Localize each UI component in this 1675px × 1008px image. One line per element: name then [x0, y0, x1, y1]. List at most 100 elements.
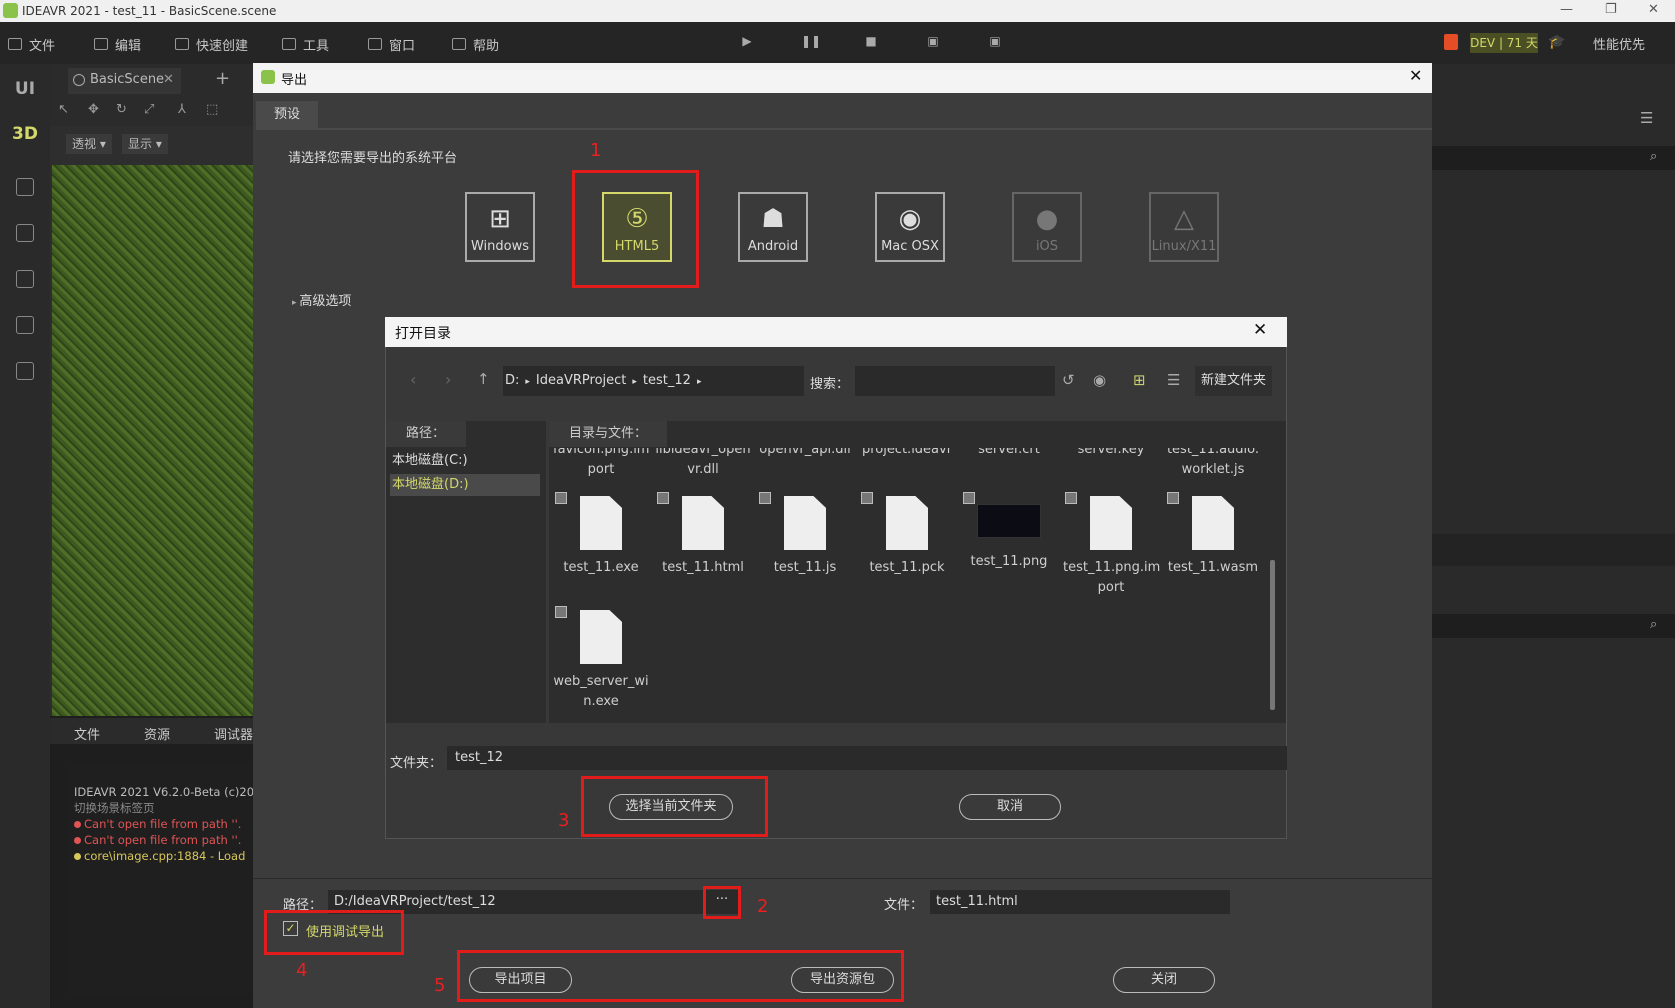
perf-mode[interactable]: 性能优先 [1593, 34, 1645, 53]
search-icon: ⌕ [1650, 149, 1658, 164]
menu-lines-icon[interactable]: ☰ [1640, 109, 1653, 127]
pivot-tool-icon[interactable]: ⅄ [178, 102, 186, 117]
advanced-options[interactable]: ▸ 高级选项 [292, 290, 351, 309]
file-item[interactable]: server.crt [961, 448, 1057, 460]
platform-ios[interactable]: ● iOS [1012, 192, 1082, 262]
file-name: vr.dll [687, 462, 719, 477]
file-item[interactable]: server.key [1063, 448, 1159, 460]
perspective-dropdown[interactable]: 透视 ▾ [66, 134, 112, 154]
select-tool-icon[interactable]: ↖ [58, 102, 69, 117]
eye-icon[interactable]: ◉ [1093, 371, 1106, 389]
file-item[interactable]: openvr_api.dll [757, 448, 853, 460]
import-icon[interactable] [16, 362, 34, 380]
file-item[interactable]: favicon.png.im port [553, 448, 649, 480]
file-item[interactable]: test_11.wasm [1165, 490, 1261, 578]
file-item[interactable]: test_11.html [655, 490, 751, 578]
move-tool-icon[interactable]: ✥ [88, 102, 99, 117]
menu-edit[interactable]: 编辑 [94, 34, 141, 54]
tab-preset[interactable]: 预设 [256, 101, 318, 129]
file-icon [784, 496, 826, 550]
platform-android[interactable]: ☗ Android [738, 192, 808, 262]
drive-c[interactable]: 本地磁盘(C:) [390, 450, 540, 472]
help-icon [452, 38, 466, 50]
platform-linux[interactable]: △ Linux/X11 [1149, 192, 1219, 262]
breadcrumb-folder[interactable]: IdeaVRProject [536, 373, 626, 388]
right-search-field[interactable] [1430, 146, 1675, 170]
menu-file[interactable]: 文件 [8, 34, 55, 54]
close-open-dialog-icon[interactable]: ✕ [1253, 320, 1267, 340]
breadcrumb-sep-icon: ▸ [696, 377, 702, 387]
export-icon[interactable] [16, 316, 34, 334]
play-custom-icon[interactable]: ▣ [987, 34, 1003, 50]
drive-d[interactable]: 本地磁盘(D:) [390, 474, 540, 496]
up-icon[interactable]: ↑ [477, 370, 490, 388]
minimize-icon[interactable]: — [1560, 2, 1573, 17]
pause-icon[interactable]: ❚❚ [801, 34, 821, 50]
search-icon-2: ⌕ [1650, 617, 1658, 632]
ui-mode-button[interactable]: UI [0, 79, 50, 99]
breadcrumb-folder[interactable]: test_12 [643, 373, 691, 388]
snap-tool-icon[interactable]: ⬚ [206, 102, 218, 117]
graduation-icon[interactable]: 🎓 [1548, 34, 1565, 50]
advanced-label: 高级选项 [299, 294, 352, 309]
breadcrumb-drive[interactable]: D: [505, 373, 519, 388]
path-breadcrumb[interactable]: D: ▸ IdeaVRProject ▸ test_12 ▸ [503, 366, 804, 396]
close-tab-icon[interactable]: ✕ [163, 72, 174, 87]
file-item[interactable]: test_11.png [961, 490, 1057, 572]
new-folder-button[interactable]: 新建文件夹 [1195, 366, 1272, 396]
menu-help[interactable]: 帮助 [452, 34, 499, 54]
file-item[interactable]: test_11.exe [553, 490, 649, 578]
file-name: port [1097, 580, 1125, 595]
file-item[interactable]: test_11.pck [859, 490, 955, 578]
display-dropdown[interactable]: 显示 ▾ [122, 134, 168, 154]
menu-quick-create[interactable]: 快速创建 [175, 34, 248, 54]
menu-window[interactable]: 窗口 [368, 34, 415, 54]
restore-icon[interactable]: ❐ [1605, 2, 1617, 17]
file-item[interactable]: test_11.png.im port [1063, 490, 1160, 598]
tab-assets[interactable]: 资源 [144, 724, 170, 743]
add-tab-icon[interactable]: + [215, 68, 230, 89]
tab-debugger[interactable]: 调试器 [214, 724, 253, 743]
console-text: IDEAVR 2021 V6.2.0-Beta (c)200 [74, 785, 253, 799]
scale-tool-icon[interactable]: ⤢ [144, 102, 154, 117]
grid-view-icon[interactable]: ⊞ [1133, 371, 1146, 389]
file-scrollbar[interactable] [1270, 560, 1275, 710]
back-icon[interactable]: ‹ [410, 370, 416, 389]
3d-mode-button[interactable]: 3D [0, 124, 50, 144]
log-dot-icon [74, 853, 81, 860]
cancel-button[interactable]: 取消 [959, 794, 1061, 820]
shop-icon[interactable] [16, 224, 34, 242]
file-item[interactable]: test_11.audio. worklet.js [1165, 448, 1261, 480]
close-export-icon[interactable]: ✕ [1409, 66, 1422, 85]
list-view-icon[interactable]: ☰ [1167, 371, 1180, 389]
menu-tools[interactable]: 工具 [282, 34, 329, 54]
close-button[interactable]: 关闭 [1113, 967, 1215, 993]
right-search-field-2[interactable] [1430, 614, 1675, 638]
scene-tab[interactable]: BasicScene ✕ [68, 68, 181, 94]
file-type-icon [555, 606, 567, 618]
close-window-icon[interactable]: ✕ [1648, 2, 1659, 17]
forward-icon[interactable]: › [445, 370, 451, 389]
play-icon[interactable]: ▶ [739, 34, 755, 50]
export-file-input[interactable]: test_11.html [930, 890, 1230, 914]
console-line: Can't open file from path ''. [74, 832, 253, 848]
file-name: web_server_wi [553, 674, 649, 689]
file-item[interactable]: project.ideavr [859, 448, 955, 460]
annotation-number-4: 4 [296, 960, 308, 981]
refresh-icon[interactable]: ↺ [1062, 371, 1075, 389]
settings-icon[interactable] [16, 270, 34, 288]
rotate-tool-icon[interactable]: ↻ [116, 102, 127, 117]
file-item[interactable]: libideavr_open vr.dll [655, 448, 751, 480]
play-scene-icon[interactable]: ▣ [925, 34, 941, 50]
file-item[interactable]: test_11.js [757, 490, 853, 578]
tab-file[interactable]: 文件 [74, 724, 100, 743]
platform-macosx[interactable]: ◉ Mac OSX [875, 192, 945, 262]
folder-name-input[interactable]: test_12 [447, 746, 1287, 770]
file-item[interactable]: web_server_wi n.exe [553, 604, 649, 712]
stop-icon[interactable]: ■ [863, 34, 879, 50]
node-icon[interactable] [16, 178, 34, 196]
platform-windows[interactable]: ⊞ Windows [465, 192, 535, 262]
annotation-number-5: 5 [434, 975, 446, 996]
search-input[interactable] [855, 366, 1055, 396]
file-name: test_11.pck [869, 560, 945, 575]
